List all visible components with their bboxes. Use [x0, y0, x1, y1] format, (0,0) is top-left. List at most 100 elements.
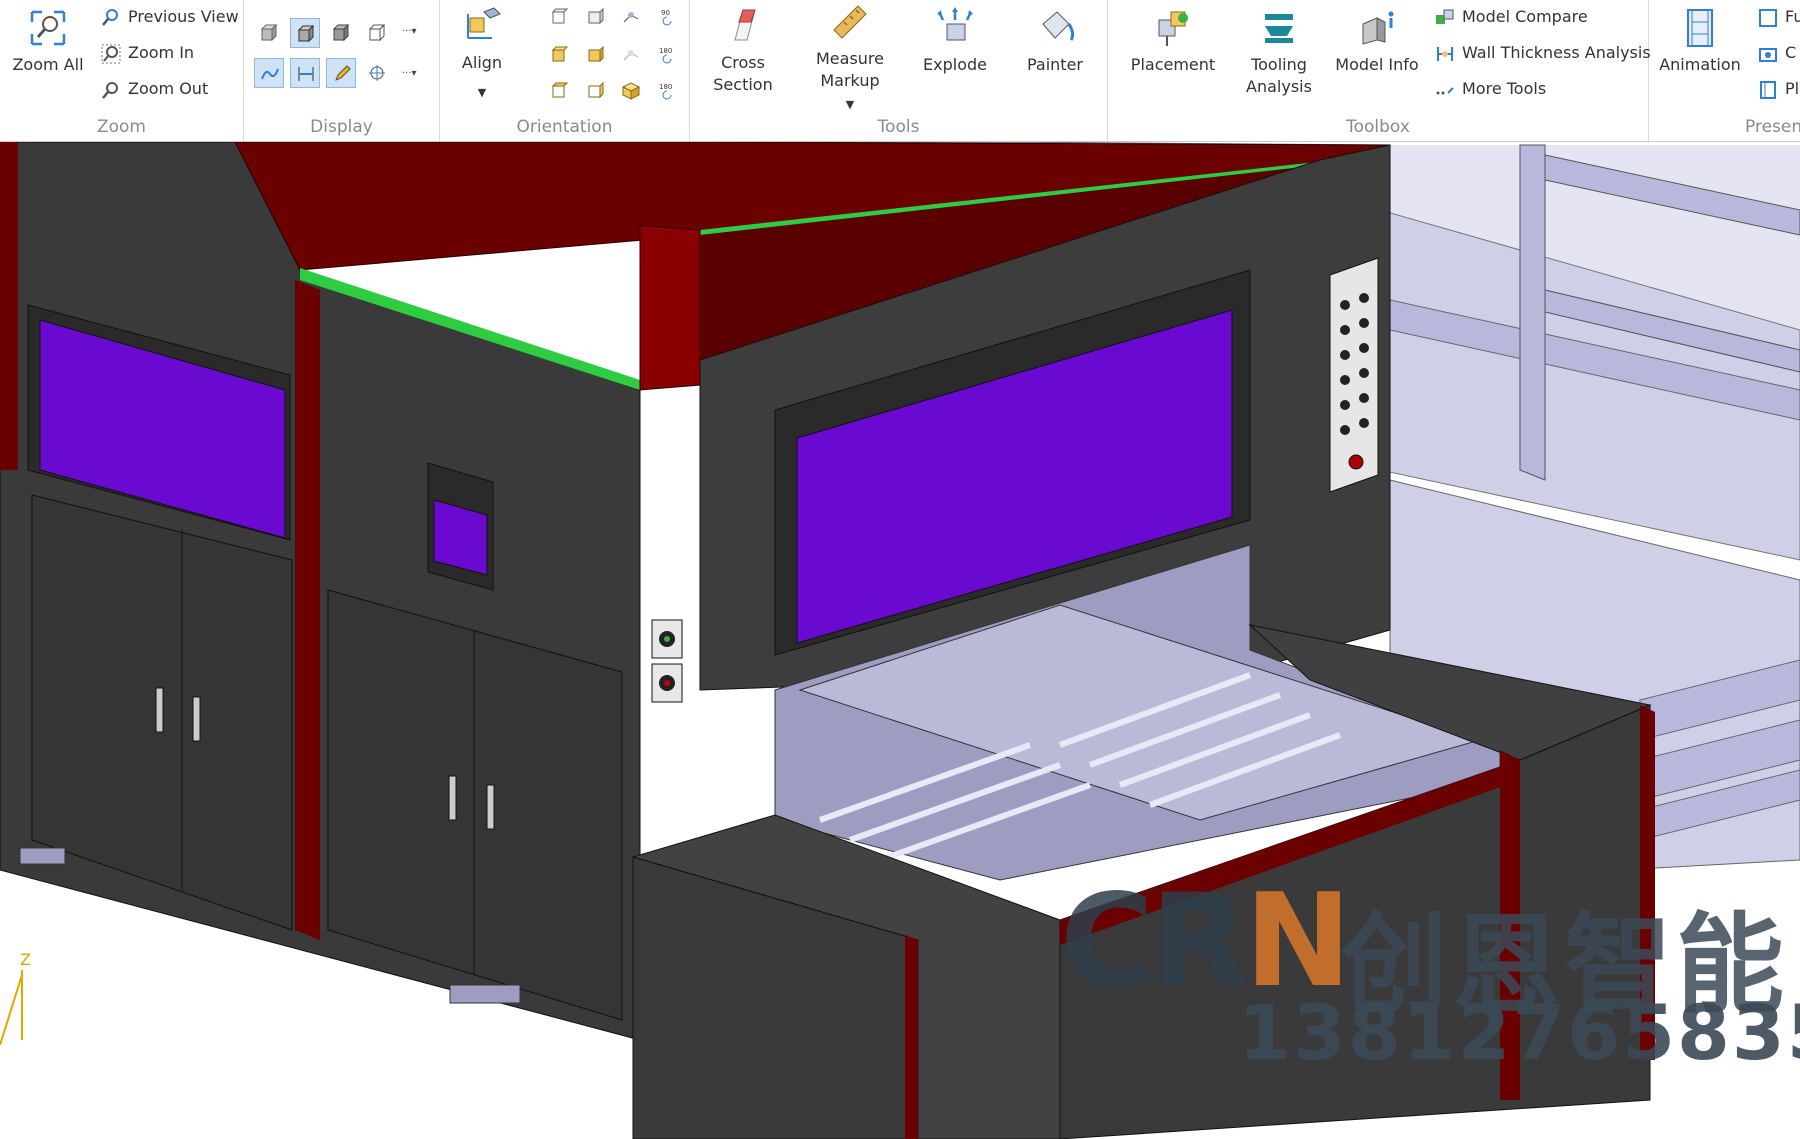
- measure-markup-button[interactable]: Measure Markup ▼: [802, 0, 898, 116]
- rotate-180b-button[interactable]: 180: [652, 76, 682, 106]
- view-rotate-x-button[interactable]: [616, 2, 646, 32]
- measure-dropdown-arrow[interactable]: ▼: [802, 94, 898, 116]
- presentation-c-button[interactable]: C: [1757, 38, 1796, 68]
- view-cube-back-icon: [588, 7, 604, 25]
- model-compare-label: Model Compare: [1462, 7, 1588, 26]
- placement-icon: [1158, 11, 1188, 46]
- view-right-button[interactable]: [580, 76, 610, 106]
- view-rotate-y-button[interactable]: [616, 40, 646, 70]
- align-dropdown-arrow[interactable]: ▼: [450, 82, 514, 104]
- measure-markup-label-1: Measure: [816, 49, 884, 68]
- explode-label: Explode: [923, 55, 987, 74]
- view-front-button[interactable]: [544, 2, 574, 32]
- paint-bucket-icon: [1042, 11, 1075, 41]
- rotate-180-icon: 180: [659, 47, 672, 64]
- tools-group-label: Tools: [877, 117, 920, 137]
- explode-icon: [937, 7, 973, 41]
- placement-button[interactable]: Placement: [1118, 6, 1228, 76]
- more-tools-button[interactable]: More Tools: [1434, 74, 1546, 104]
- view-top-button[interactable]: [544, 40, 574, 70]
- curve-icon: [261, 68, 279, 80]
- animation-button[interactable]: Animation: [1653, 6, 1747, 76]
- hidden-lines-button[interactable]: [326, 18, 356, 48]
- presentation-p-label: Pl: [1785, 79, 1800, 98]
- axis-z-label: Z: [20, 950, 31, 969]
- display-more-dropdown-1[interactable]: ···▾: [402, 26, 417, 37]
- rotate-axis-y-icon: [623, 50, 639, 61]
- wall-thickness-button[interactable]: Wall Thickness Analysis: [1434, 38, 1651, 68]
- view-bottom-button[interactable]: [580, 40, 610, 70]
- cross-section-label-2: Section: [713, 75, 773, 94]
- tooling-analysis-button[interactable]: Tooling Analysis: [1236, 6, 1322, 98]
- shaded-cube-icon: [260, 23, 278, 42]
- painter-button[interactable]: Painter: [1012, 6, 1098, 76]
- rotate-axis-icon: [623, 12, 639, 23]
- shaded-view-button[interactable]: [254, 18, 284, 48]
- zoom-all-button[interactable]: Zoom All: [10, 6, 86, 76]
- zoom-group-label: Zoom: [96, 117, 146, 137]
- rot-label-3: 180: [659, 83, 672, 91]
- play-icon: [1760, 80, 1776, 99]
- cross-section-label-1: Cross: [721, 53, 765, 72]
- rotate-90-button[interactable]: 90: [652, 2, 682, 32]
- model-viewport[interactable]: Z CRN 创恩智能 13812765835: [0, 142, 1800, 1139]
- shaded-edges-cube-icon: [297, 24, 315, 43]
- shaded-edges-button[interactable]: [290, 18, 320, 48]
- zoom-all-label: Zoom All: [12, 55, 84, 74]
- rotate-180-button[interactable]: 180: [652, 40, 682, 70]
- presentation-group: Animation Fu C Pl Present: [1649, 0, 1800, 141]
- dimensions-button[interactable]: [290, 58, 320, 88]
- toolbox-group-label: Toolbox: [1346, 117, 1410, 137]
- presentation-p-button[interactable]: Pl: [1757, 74, 1799, 104]
- tooling-analysis-label-2: Analysis: [1246, 77, 1312, 96]
- ruler-icon: [833, 5, 867, 39]
- zoom-in-button[interactable]: Zoom In: [100, 38, 194, 68]
- watermark-phone: 13812765835: [1238, 988, 1800, 1077]
- display-group-label: Display: [310, 117, 373, 137]
- datums-button[interactable]: [362, 58, 392, 88]
- view-back-button[interactable]: [580, 2, 610, 32]
- wireframe-button[interactable]: [362, 18, 392, 48]
- painter-label: Painter: [1026, 55, 1083, 74]
- zoom-out-button[interactable]: Zoom Out: [100, 74, 208, 104]
- cross-section-button[interactable]: Cross Section: [702, 4, 784, 96]
- align-label: Align: [461, 53, 503, 72]
- previous-view-button[interactable]: Previous View: [100, 2, 239, 32]
- cross-section-icon: [734, 9, 756, 41]
- orientation-group: Align ▼ 90 180 180 Orientation: [440, 0, 690, 141]
- display-more-dropdown-2[interactable]: ···▾: [402, 68, 417, 79]
- tooling-analysis-icon: [1265, 14, 1293, 43]
- view-cube-bottom-icon: [588, 45, 604, 63]
- align-button[interactable]: Align ▼: [450, 4, 514, 104]
- fullscreen-icon: [1759, 8, 1777, 27]
- display-group: ···▾ ···▾ Display: [244, 0, 440, 141]
- model-info-icon: [1362, 11, 1394, 45]
- axis-triad: Z: [0, 950, 31, 1046]
- tools-group: Cross Section Measure Markup ▼ Explode P…: [690, 0, 1108, 141]
- rot-label-1: 90: [661, 9, 670, 17]
- model-compare-icon: [1436, 9, 1454, 24]
- annotations-button[interactable]: [326, 58, 356, 88]
- film-strip-icon: [1687, 9, 1713, 47]
- rotate-180b-icon: 180: [659, 83, 672, 100]
- explode-button[interactable]: Explode: [912, 6, 998, 76]
- view-isometric-button[interactable]: [616, 76, 646, 106]
- view-cube-front-icon: [551, 8, 569, 24]
- align-icon: [467, 7, 501, 39]
- curves-button[interactable]: [254, 58, 284, 88]
- presentation-fu-button[interactable]: Fu: [1757, 2, 1800, 32]
- toolbox-group: Placement Tooling Analysis Model Info Mo…: [1108, 0, 1651, 141]
- zoom-in-icon: [101, 44, 121, 63]
- presentation-group-label: Present: [1745, 117, 1800, 137]
- more-tools-icon: [1436, 86, 1454, 94]
- model-info-button[interactable]: Model Info: [1330, 6, 1424, 76]
- measure-markup-label-2: Markup: [820, 71, 880, 90]
- view-left-button[interactable]: [544, 76, 574, 106]
- placement-label: Placement: [1130, 55, 1216, 74]
- previous-view-label: Previous View: [128, 7, 239, 26]
- more-tools-label: More Tools: [1462, 79, 1547, 98]
- wall-thickness-icon: [1437, 46, 1453, 61]
- model-compare-button[interactable]: Model Compare: [1434, 2, 1588, 32]
- tooling-analysis-label-1: Tooling: [1251, 55, 1307, 74]
- view-cube-top-icon: [551, 46, 569, 62]
